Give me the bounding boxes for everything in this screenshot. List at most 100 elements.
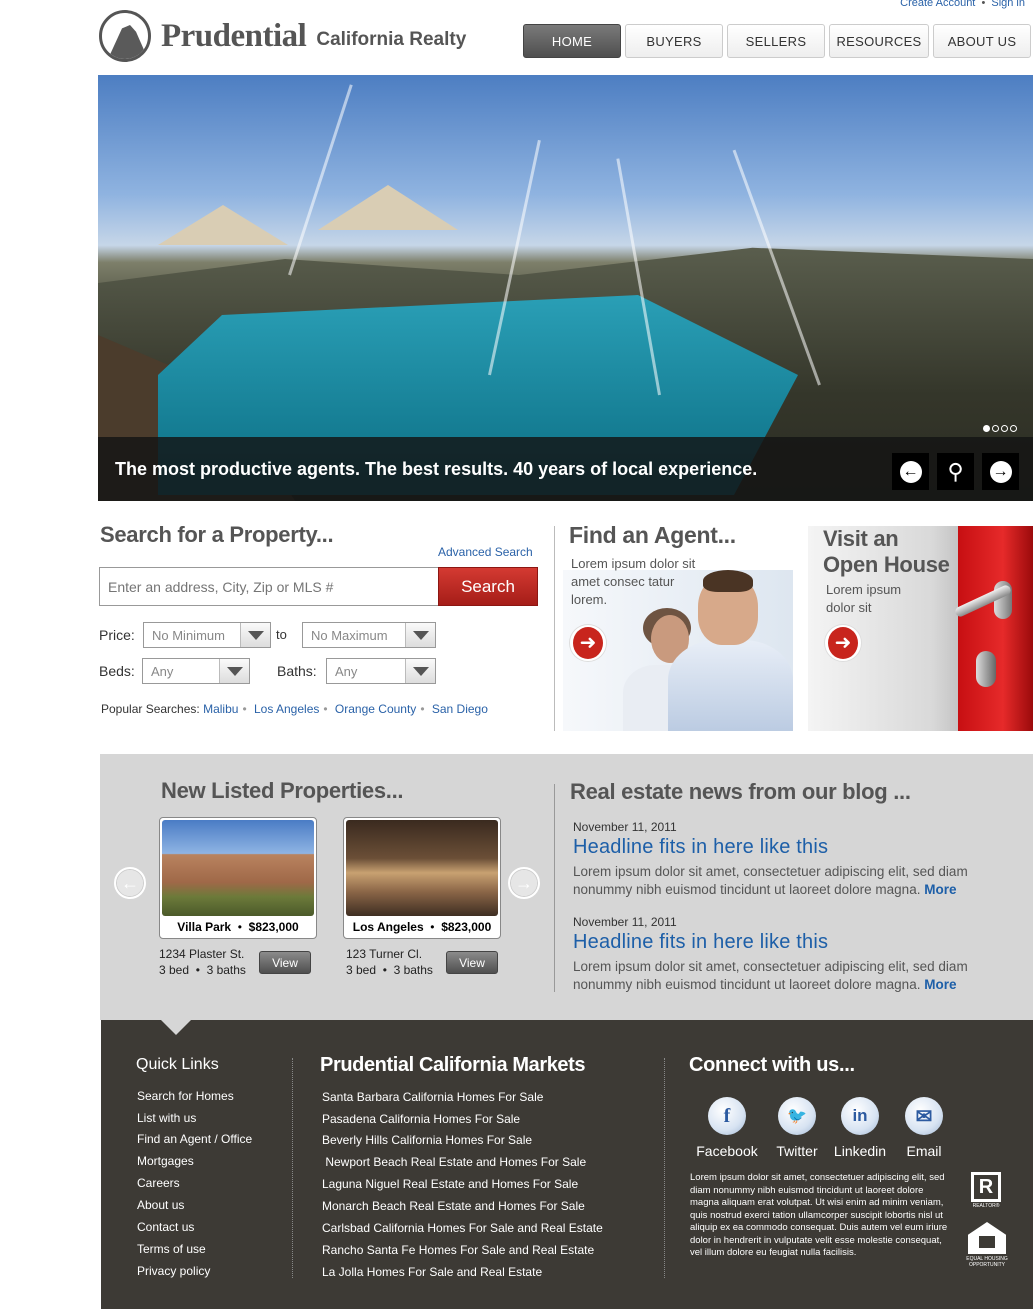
listing-card[interactable]: Los Angeles • $823,000 (343, 817, 501, 939)
listing-caption: Los Angeles • $823,000 (352, 920, 492, 934)
footer-link[interactable]: List with us (137, 1111, 196, 1125)
nav-buyers[interactable]: BUYERS (625, 24, 723, 58)
social-label: Twitter (776, 1143, 818, 1159)
blog-post-headline[interactable]: Headline fits in here like this (573, 836, 828, 859)
slide-dot[interactable] (1001, 425, 1008, 432)
popular-search-link[interactable]: Malibu (203, 702, 238, 716)
footer-link[interactable]: Contact us (137, 1220, 194, 1234)
market-link[interactable]: Laguna Niguel Real Estate and Homes For … (322, 1177, 578, 1191)
top-links-separator: • (981, 0, 986, 9)
right-arrow-icon: ➜ (828, 627, 858, 659)
email-link[interactable]: ✉ Email (889, 1097, 959, 1159)
view-listing-button[interactable]: View (259, 951, 311, 974)
sign-in-link[interactable]: Sign in (991, 0, 1025, 9)
search-button[interactable]: Search (438, 567, 538, 606)
slide-dot[interactable] (983, 425, 990, 432)
blog-more-link[interactable]: More (924, 882, 956, 897)
slide-indicators (983, 425, 1017, 432)
footer-notch (160, 1019, 192, 1035)
nav-resources[interactable]: RESOURCES (829, 24, 929, 58)
search-input[interactable] (99, 567, 439, 606)
beds-select[interactable]: Any (142, 658, 250, 684)
price-min-select[interactable]: No Minimum (143, 622, 271, 648)
section-divider (554, 526, 555, 731)
search-title: Search for a Property... (100, 522, 334, 547)
realtor-label: REALTOR® (972, 1203, 1000, 1209)
open-house-button[interactable]: ➜ (825, 625, 861, 661)
footer-link[interactable]: Careers (137, 1176, 180, 1190)
equal-housing-logo: EQUAL HOUSING OPPORTUNITY (966, 1222, 1008, 1272)
nav-about-us[interactable]: ABOUT US (933, 24, 1031, 58)
find-agent-button[interactable]: ➜ (570, 625, 606, 661)
footer-link[interactable]: Terms of use (137, 1242, 206, 1256)
find-agent-text: Lorem ipsum dolor sit amet consec tatur … (571, 556, 696, 607)
open-house-title-line1: Visit an (823, 526, 899, 551)
baths-select[interactable]: Any (326, 658, 436, 684)
view-listing-button[interactable]: View (446, 951, 498, 974)
popular-search-link[interactable]: Los Angeles (254, 702, 319, 716)
realtor-r-icon: R (971, 1172, 1001, 1202)
market-link[interactable]: Carlsbad California Homes For Sale and R… (322, 1221, 603, 1235)
market-link[interactable]: Newport Beach Real Estate and Homes For … (322, 1155, 586, 1169)
popular-search-link[interactable]: San Diego (432, 702, 488, 716)
blog-title: Real estate news from our blog ... (570, 779, 911, 804)
market-link[interactable]: Rancho Santa Fe Homes For Sale and Real … (322, 1243, 594, 1257)
listing-address: 1234 Plaster St. (159, 947, 245, 961)
footer-legal-text: Lorem ipsum dolor sit amet, consectetuer… (690, 1172, 948, 1258)
zoom-button[interactable]: ⚲ (937, 453, 974, 490)
popular-search-link[interactable]: Orange County (335, 702, 416, 716)
slide-dot[interactable] (1010, 425, 1017, 432)
slide-dot[interactable] (992, 425, 999, 432)
next-slide-button[interactable]: → (982, 453, 1019, 490)
twitter-link[interactable]: 🐦 Twitter (762, 1097, 832, 1159)
listing-card[interactable]: Villa Park • $823,000 (159, 817, 317, 939)
footer-divider (292, 1058, 293, 1278)
nav-home[interactable]: HOME (523, 24, 621, 58)
market-link[interactable]: Pasadena California Homes For Sale (322, 1112, 520, 1126)
market-link[interactable]: Monarch Beach Real Estate and Homes For … (322, 1199, 585, 1213)
magnifier-icon: ⚲ (947, 458, 964, 484)
market-link[interactable]: Santa Barbara California Homes For Sale (322, 1090, 543, 1104)
baths-label: Baths: (277, 663, 317, 679)
blog-post-body: Lorem ipsum dolor sit amet, consectetuer… (573, 958, 1013, 994)
price-to-label: to (276, 627, 287, 642)
umbrella-shape (158, 205, 288, 245)
markets-title: Prudential California Markets (320, 1054, 586, 1076)
find-agent-title: Find an Agent... (569, 522, 736, 548)
footer-link[interactable]: Mortgages (137, 1154, 194, 1168)
footer-link[interactable]: Find an Agent / Office (137, 1132, 252, 1146)
footer-link[interactable]: Search for Homes (137, 1089, 234, 1103)
water-spray (288, 84, 353, 276)
footer-link[interactable]: Privacy policy (137, 1264, 210, 1278)
logo[interactable]: Prudential California Realty (99, 8, 466, 64)
linkedin-link[interactable]: in Linkedin (825, 1097, 895, 1159)
carousel-next-button[interactable]: → (508, 867, 540, 899)
market-link[interactable]: Beverly Hills California Homes For Sale (322, 1133, 532, 1147)
brand-subtitle: California Realty (316, 29, 467, 50)
listing-caption: Villa Park • $823,000 (177, 920, 299, 934)
baths-value: Any (335, 663, 358, 679)
price-max-select[interactable]: No Maximum (302, 622, 436, 648)
create-account-link[interactable]: Create Account (900, 0, 975, 9)
open-house-title: Visit an Open House (823, 526, 950, 578)
advanced-search-link[interactable]: Advanced Search (438, 545, 533, 559)
new-listings-title: New Listed Properties... (161, 778, 404, 803)
facebook-link[interactable]: f Facebook (692, 1097, 762, 1159)
carousel-prev-button[interactable]: ← (114, 867, 146, 899)
beds-value: Any (151, 663, 174, 679)
price-max-value: No Maximum (311, 627, 388, 643)
footer-link[interactable]: About us (137, 1198, 184, 1212)
listing-photo (346, 820, 498, 916)
blog-post-date: November 11, 2011 (573, 915, 677, 929)
social-label: Email (906, 1143, 942, 1159)
chevron-down-icon (240, 623, 270, 647)
blog-post-headline[interactable]: Headline fits in here like this (573, 931, 828, 954)
listing-price: $823,000 (441, 920, 492, 934)
blog-more-link[interactable]: More (924, 977, 956, 992)
linkedin-icon: in (841, 1097, 879, 1135)
prev-slide-button[interactable]: ← (892, 453, 929, 490)
listing-city: Los Angeles (352, 920, 424, 934)
market-link[interactable]: La Jolla Homes For Sale and Real Estate (322, 1265, 542, 1279)
nav-sellers[interactable]: SELLERS (727, 24, 825, 58)
blog-post-text: Lorem ipsum dolor sit amet, consectetuer… (573, 959, 968, 992)
